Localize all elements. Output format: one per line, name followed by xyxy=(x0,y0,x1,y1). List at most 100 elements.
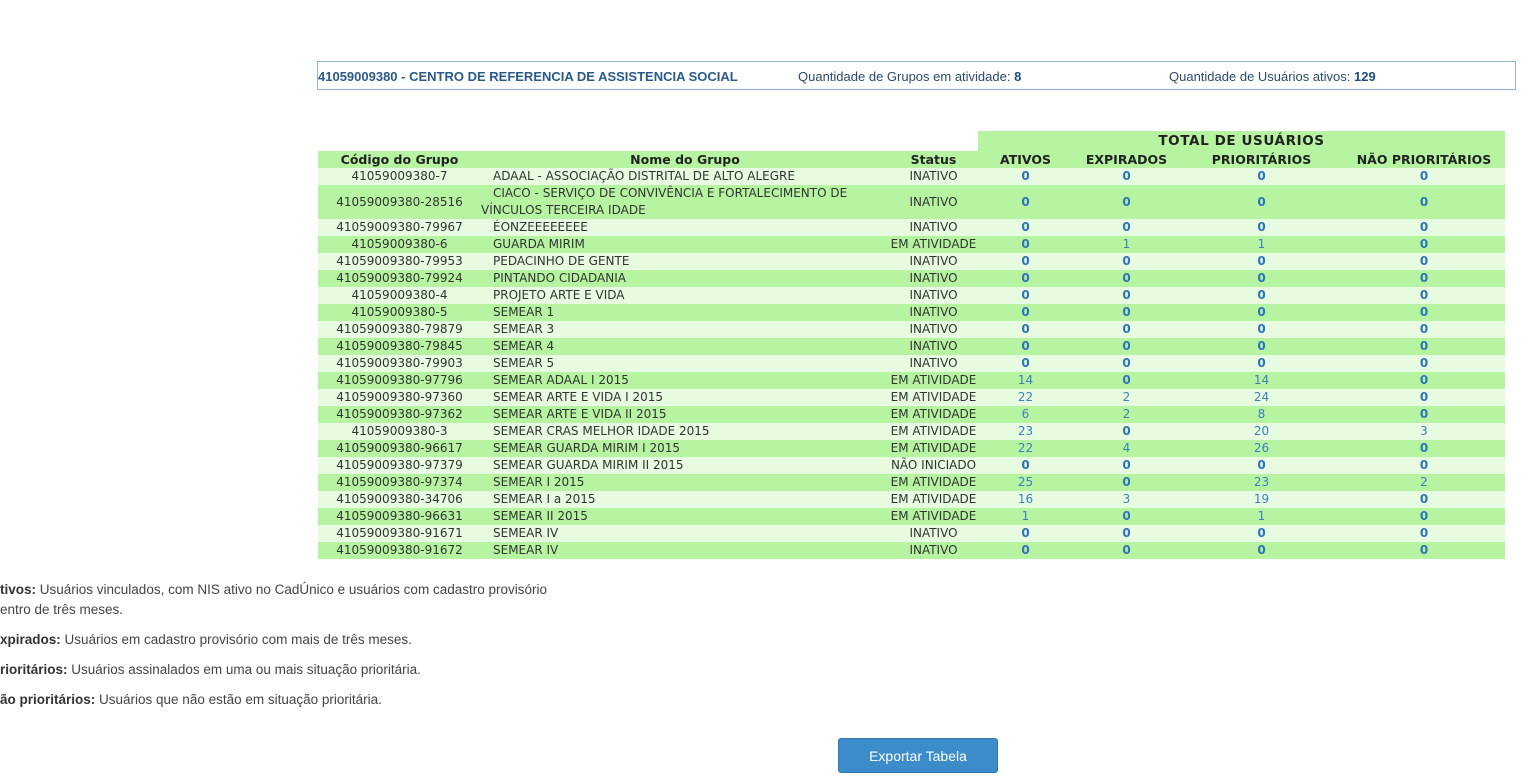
legend-text: Usuários em cadastro provisório com mais… xyxy=(60,632,412,647)
nao-prioritarios-cell: 0 xyxy=(1343,525,1505,542)
nao-prioritarios-cell: 0 xyxy=(1343,304,1505,321)
expirados-cell: 1 xyxy=(1073,236,1180,253)
expirados-cell: 0 xyxy=(1073,304,1180,321)
expirados-cell: 0 xyxy=(1073,423,1180,440)
ativos-cell: 1 xyxy=(978,508,1073,525)
expirados-cell: 2 xyxy=(1073,406,1180,423)
group-status-cell: NÃO INICIADO xyxy=(889,457,978,474)
group-name-cell: SEMEAR GUARDA MIRIM I 2015 xyxy=(481,440,889,457)
col-header-codigo[interactable]: Código do Grupo xyxy=(318,151,481,168)
prioritarios-cell: 0 xyxy=(1180,542,1343,559)
table-row[interactable]: 41059009380-79879 SEMEAR 3 INATIVO 0 0 0 0 xyxy=(318,321,1505,338)
group-status-cell: INATIVO xyxy=(889,253,978,270)
table-row[interactable]: 41059009380-79953 PEDACINHO DE GENTE INATI… xyxy=(318,253,1505,270)
table-row[interactable]: 41059009380-79924 PINTANDO CIDADANIA INATI… xyxy=(318,270,1505,287)
expirados-cell: 0 xyxy=(1073,321,1180,338)
nao-prioritarios-cell: 0 xyxy=(1343,372,1505,389)
group-name-cell: SEMEAR ARTE E VIDA I 2015 xyxy=(481,389,889,406)
col-header-expirados[interactable]: EXPIRADOS xyxy=(1073,151,1180,168)
col-header-status[interactable]: Status xyxy=(889,151,978,168)
table-row[interactable]: 41059009380-28516 CIACO - SERVIÇO DE CONV… xyxy=(318,185,1505,219)
nao-prioritarios-cell: 0 xyxy=(1343,542,1505,559)
group-code-cell: 41059009380-7 xyxy=(318,168,481,185)
nao-prioritarios-cell: 0 xyxy=(1343,236,1505,253)
group-status-cell: INATIVO xyxy=(889,304,978,321)
users-count: Quantidade de Usuários ativos: 129 xyxy=(1169,69,1376,84)
table-row[interactable]: 41059009380-97360 SEMEAR ARTE E VIDA I 20… xyxy=(318,389,1505,406)
legend-term: tivos: xyxy=(0,582,37,597)
table-row[interactable]: 41059009380-97379 SEMEAR GUARDA MIRIM II … xyxy=(318,457,1505,474)
table-row[interactable]: 41059009380-4 PROJETO ARTE E VIDA INATIVO 0… xyxy=(318,287,1505,304)
table-row[interactable]: 41059009380-96631 SEMEAR II 2015 EM ATIVID… xyxy=(318,508,1505,525)
prioritarios-cell: 20 xyxy=(1180,423,1343,440)
legend-item-nao-prioritarios: ão prioritários: Usuários que não estão … xyxy=(0,690,620,710)
table-row[interactable]: 41059009380-91672 SEMEAR IV INATIVO 0 0 0 0 xyxy=(318,542,1505,559)
table-row[interactable]: 41059009380-5 SEMEAR 1 INATIVO 0 0 0 0 xyxy=(318,304,1505,321)
prioritarios-cell: 0 xyxy=(1180,355,1343,372)
table-row[interactable]: 41059009380-97374 SEMEAR I 2015 EM ATIVIDA… xyxy=(318,474,1505,491)
col-header-ativos[interactable]: ATIVOS xyxy=(978,151,1073,168)
prioritarios-cell: 0 xyxy=(1180,185,1343,219)
ativos-cell: 6 xyxy=(978,406,1073,423)
export-table-button[interactable]: Exportar Tabela xyxy=(838,738,998,773)
col-header-prioritarios[interactable]: PRIORITÁRIOS xyxy=(1180,151,1343,168)
group-code-cell: 41059009380-34706 xyxy=(318,491,481,508)
group-name-text: SEMEAR 1 xyxy=(493,305,555,319)
group-name-text: GUARDA MIRIM xyxy=(493,237,585,251)
table-row[interactable]: 41059009380-3 SEMEAR CRAS MELHOR IDADE 20… xyxy=(318,423,1505,440)
table-row[interactable]: 41059009380-79845 SEMEAR 4 INATIVO 0 0 0 0 xyxy=(318,338,1505,355)
group-code-cell: 41059009380-97362 xyxy=(318,406,481,423)
group-code-cell: 41059009380-79967 xyxy=(318,219,481,236)
group-status-cell: INATIVO xyxy=(889,185,978,219)
group-code-cell: 41059009380-96631 xyxy=(318,508,481,525)
group-status-cell: EM ATIVIDADE xyxy=(889,236,978,253)
prioritarios-cell: 0 xyxy=(1180,338,1343,355)
group-name-cell: SEMEAR 1 xyxy=(481,304,889,321)
table-row[interactable]: 41059009380-79903 SEMEAR 5 INATIVO 0 0 0 0 xyxy=(318,355,1505,372)
nao-prioritarios-cell: 0 xyxy=(1343,355,1505,372)
group-code-cell: 41059009380-91671 xyxy=(318,525,481,542)
ativos-cell: 0 xyxy=(978,542,1073,559)
groups-count: Quantidade de Grupos em atividade: 8 xyxy=(798,69,1021,84)
nao-prioritarios-cell: 0 xyxy=(1343,253,1505,270)
group-status-cell: INATIVO xyxy=(889,525,978,542)
table-row[interactable]: 41059009380-96617 SEMEAR GUARDA MIRIM I 2… xyxy=(318,440,1505,457)
group-status-cell: INATIVO xyxy=(889,321,978,338)
table-row[interactable]: 41059009380-79967 ÉONZEEEEEEEE INATIVO 0 0 0 0 xyxy=(318,219,1505,236)
total-usuarios-header: TOTAL DE USUÁRIOS xyxy=(978,131,1505,151)
group-code-cell: 41059009380-79879 xyxy=(318,321,481,338)
group-status-cell: EM ATIVIDADE xyxy=(889,440,978,457)
group-name-cell: SEMEAR 4 xyxy=(481,338,889,355)
table-row[interactable]: 41059009380-7 ADAAL - ASSOCIAÇÃO DISTRITA… xyxy=(318,168,1505,185)
ativos-cell: 22 xyxy=(978,389,1073,406)
table-row[interactable]: 41059009380-97362 SEMEAR ARTE E VIDA II 2… xyxy=(318,406,1505,423)
group-name-text: PEDACINHO DE GENTE xyxy=(493,254,630,268)
ativos-cell: 0 xyxy=(978,338,1073,355)
group-status-cell: INATIVO xyxy=(889,219,978,236)
group-name-text: SEMEAR IV xyxy=(493,526,559,540)
groups-value: 8 xyxy=(1014,69,1022,84)
nao-prioritarios-cell: 0 xyxy=(1343,457,1505,474)
expirados-cell: 0 xyxy=(1073,270,1180,287)
group-code-cell: 41059009380-97379 xyxy=(318,457,481,474)
group-status-cell: EM ATIVIDADE xyxy=(889,406,978,423)
group-name-cell: SEMEAR GUARDA MIRIM II 2015 xyxy=(481,457,889,474)
table-row[interactable]: 41059009380-91671 SEMEAR IV INATIVO 0 0 0 0 xyxy=(318,525,1505,542)
group-name-text: SEMEAR GUARDA MIRIM I 2015 xyxy=(493,441,681,455)
nao-prioritarios-cell: 0 xyxy=(1343,287,1505,304)
ativos-cell: 22 xyxy=(978,440,1073,457)
group-name-cell: PROJETO ARTE E VIDA xyxy=(481,287,889,304)
legend-text-cont: entro de três meses. xyxy=(0,602,124,617)
table-row[interactable]: 41059009380-97796 SEMEAR ADAAL I 2015 EM A… xyxy=(318,372,1505,389)
ativos-cell: 14 xyxy=(978,372,1073,389)
users-value: 129 xyxy=(1354,69,1376,84)
col-header-nao-prioritarios[interactable]: NÃO PRIORITÁRIOS xyxy=(1343,151,1505,168)
group-status-cell: INATIVO xyxy=(889,270,978,287)
table-row[interactable]: 41059009380-6 GUARDA MIRIM EM ATIVIDADE 0 1 1… xyxy=(318,236,1505,253)
group-name-text: SEMEAR I a 2015 xyxy=(493,492,596,506)
ativos-cell: 25 xyxy=(978,474,1073,491)
table-row[interactable]: 41059009380-34706 SEMEAR I a 2015 EM ATIVI… xyxy=(318,491,1505,508)
expirados-cell: 0 xyxy=(1073,525,1180,542)
col-header-nome[interactable]: Nome do Grupo xyxy=(481,151,889,168)
prioritarios-cell: 0 xyxy=(1180,168,1343,185)
